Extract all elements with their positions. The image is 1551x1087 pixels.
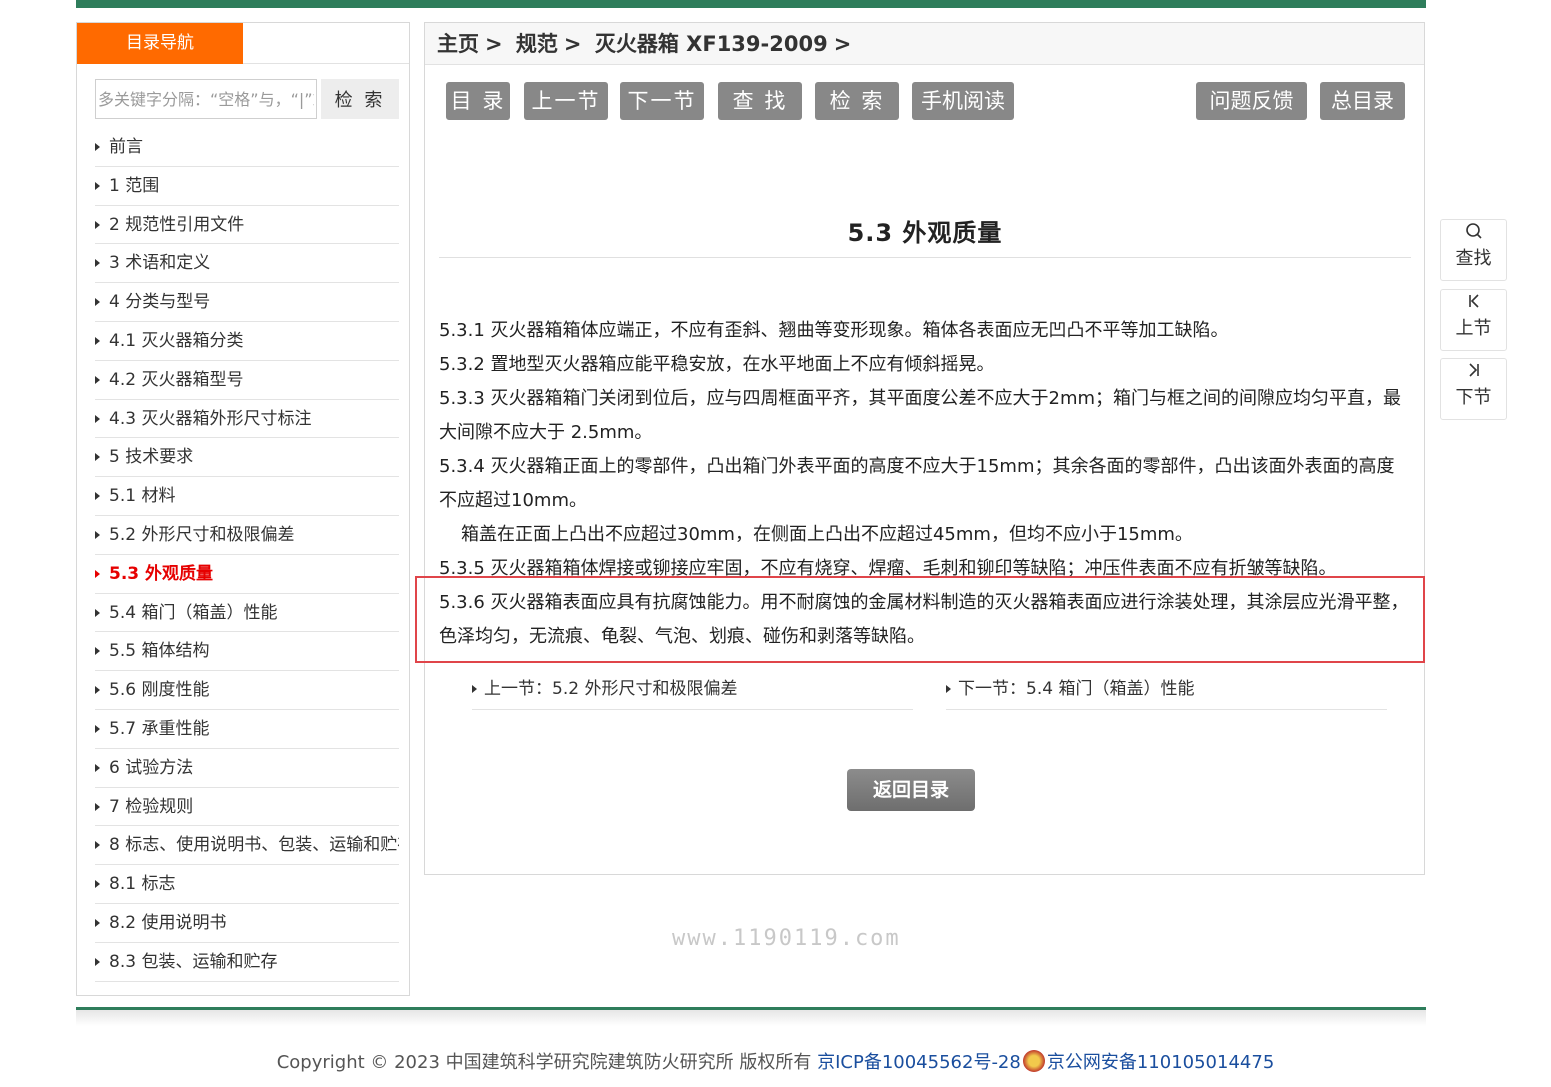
- caret-right-icon: [95, 918, 100, 927]
- breadcrumb-doc[interactable]: 灭火器箱 XF139-2009: [595, 32, 828, 56]
- toc-item[interactable]: 1 范围: [95, 167, 399, 206]
- title-divider: [439, 257, 1411, 258]
- icp-link[interactable]: 京ICP备10045562号-28: [817, 1052, 1021, 1073]
- caret-right-icon: [95, 336, 100, 345]
- caret-right-icon: [95, 724, 100, 733]
- caret-right-icon: [472, 685, 477, 693]
- sidebar-header: 目录导航: [77, 23, 409, 64]
- sidebar: 目录导航 检 索 前言 1 范围 2 规范性引用文件 3 术语和定义 4 分类与…: [76, 22, 410, 996]
- mobile-read-button[interactable]: 手机阅读: [912, 82, 1014, 120]
- toc-item[interactable]: 5.2 外形尺寸和极限偏差: [95, 516, 399, 555]
- float-find-button[interactable]: 查找: [1440, 219, 1507, 281]
- pager-prev-link[interactable]: 上一节：5.2 外形尺寸和极限偏差: [472, 674, 913, 710]
- toc-item[interactable]: 4 分类与型号: [95, 283, 399, 322]
- site-watermark: www.1190119.com: [672, 926, 901, 951]
- clause-paragraph: 5.3.1 灭火器箱箱体应端正，不应有歪斜、翘曲等变形现象。箱体各表面应无凹凸不…: [439, 320, 1229, 341]
- search-input[interactable]: [95, 79, 317, 119]
- caret-right-icon: [95, 880, 100, 889]
- caret-right-icon: [95, 453, 100, 462]
- toc-item[interactable]: 5.5 箱体结构: [95, 632, 399, 672]
- caret-right-icon: [95, 569, 100, 578]
- search-doc-button[interactable]: 检 索: [815, 82, 899, 120]
- feedback-button[interactable]: 问题反馈: [1196, 82, 1307, 120]
- skip-forward-icon: [1441, 359, 1506, 385]
- toc-list: 前言 1 范围 2 规范性引用文件 3 术语和定义 4 分类与型号 4.1 灭火…: [95, 128, 399, 982]
- caret-right-icon: [95, 608, 100, 617]
- caret-right-icon: [95, 647, 100, 656]
- next-section-button[interactable]: 下一节: [620, 82, 704, 120]
- caret-right-icon: [95, 298, 100, 307]
- footer-shadow: [76, 1010, 1426, 1026]
- police-record-link[interactable]: 京公网安备110105014475: [1047, 1052, 1274, 1073]
- toc-item[interactable]: 4.2 灭火器箱型号: [95, 361, 399, 400]
- prev-section-button[interactable]: 上一节: [524, 82, 608, 120]
- caret-right-icon: [95, 259, 100, 268]
- find-button[interactable]: 查 找: [718, 82, 802, 120]
- copyright-text: Copyright © 2023 中国建筑科学研究院建筑防火研究所 版权所有: [276, 1052, 812, 1073]
- clause-paragraph: 箱盖在正面上凸出不应超过30mm，在侧面上凸出不应超过45mm，但均不应小于15…: [461, 524, 1193, 545]
- caret-right-icon: [95, 763, 100, 772]
- toc-item[interactable]: 8.3 包装、运输和贮存: [95, 943, 399, 982]
- clause-paragraph: 5.3.2 置地型灭火器箱应能平稳安放，在水平地面上不应有倾斜摇晃。: [439, 354, 995, 375]
- caret-right-icon: [95, 686, 100, 695]
- toc-item[interactable]: 5.6 刚度性能: [95, 671, 399, 710]
- search-icon: [1441, 220, 1506, 246]
- caret-right-icon: [95, 143, 100, 151]
- highlight-box: [415, 576, 1425, 663]
- back-to-toc-button[interactable]: 返回目录: [847, 769, 975, 811]
- toc-item[interactable]: 5.7 承重性能: [95, 710, 399, 749]
- toc-item[interactable]: 前言: [95, 128, 399, 167]
- all-toc-button[interactable]: 总目录: [1320, 82, 1405, 120]
- breadcrumb-category[interactable]: 规范: [516, 32, 558, 56]
- skip-back-icon: [1441, 290, 1506, 316]
- breadcrumb: 主页 > 规范 > 灭火器箱 XF139-2009 >: [425, 23, 1424, 65]
- toc-item[interactable]: 8 标志、使用说明书、包装、运输和贮存: [95, 826, 399, 866]
- footer: Copyright © 2023 中国建筑科学研究院建筑防火研究所 版权所有 京…: [0, 1048, 1551, 1074]
- caret-right-icon: [95, 414, 100, 423]
- caret-right-icon: [95, 220, 100, 229]
- toc-item[interactable]: 6 试验方法: [95, 749, 399, 788]
- caret-right-icon: [95, 181, 100, 190]
- toc-item[interactable]: 4.3 灭火器箱外形尺寸标注: [95, 400, 399, 439]
- float-prev-button[interactable]: 上节: [1440, 289, 1507, 351]
- float-next-button[interactable]: 下节: [1440, 358, 1507, 420]
- toc-item-active[interactable]: 5.3 外观质量: [95, 555, 399, 594]
- caret-right-icon: [95, 802, 100, 811]
- search-button[interactable]: 检 索: [321, 79, 399, 119]
- section-title: 5.3 外观质量: [847, 219, 1003, 247]
- pager-next-link[interactable]: 下一节：5.4 箱门（箱盖）性能: [946, 674, 1387, 710]
- clause-paragraph: 5.3.3 灭火器箱箱门关闭到位后，应与四周框面平齐，其平面度公差不应大于2mm…: [439, 388, 1402, 443]
- toc-item[interactable]: 4.1 灭火器箱分类: [95, 322, 399, 361]
- tab-toc-navigation[interactable]: 目录导航: [77, 23, 243, 64]
- sidebar-search: 检 索: [95, 79, 399, 119]
- caret-right-icon: [95, 492, 100, 501]
- main-panel: 主页 > 规范 > 灭火器箱 XF139-2009 > 目 录 上一节 下一节 查 找…: [415, 22, 1425, 875]
- top-accent-bar: [76, 0, 1426, 8]
- caret-right-icon: [95, 530, 100, 539]
- caret-right-icon: [946, 685, 951, 693]
- police-badge-icon: [1022, 1050, 1045, 1072]
- toc-button[interactable]: 目 录: [446, 82, 510, 120]
- clause-paragraph: 5.3.4 灭火器箱正面上的零部件，凸出箱门外表平面的高度不应大于15mm；其余…: [439, 456, 1395, 511]
- toc-item[interactable]: 2 规范性引用文件: [95, 206, 399, 245]
- toc-item[interactable]: 5.1 材料: [95, 477, 399, 516]
- toc-item[interactable]: 8.2 使用说明书: [95, 904, 399, 943]
- caret-right-icon: [95, 957, 100, 966]
- toc-item[interactable]: 3 术语和定义: [95, 244, 399, 284]
- caret-right-icon: [95, 841, 100, 850]
- caret-right-icon: [95, 375, 100, 384]
- toc-item[interactable]: 5 技术要求: [95, 438, 399, 478]
- breadcrumb-home[interactable]: 主页: [437, 32, 479, 56]
- toc-item[interactable]: 5.4 箱门（箱盖）性能: [95, 594, 399, 633]
- toc-item[interactable]: 7 检验规则: [95, 788, 399, 827]
- toc-item[interactable]: 8.1 标志: [95, 865, 399, 904]
